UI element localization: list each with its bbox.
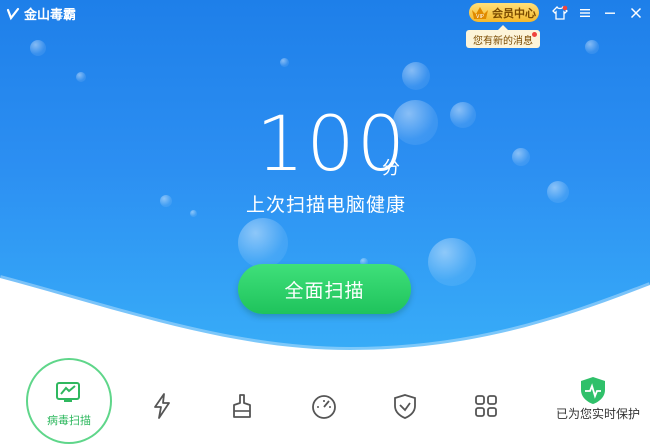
toolbar-item-clean[interactable] [222, 386, 262, 426]
toolbar-item-virus-scan[interactable]: 病毒扫描 [26, 358, 112, 444]
toolbar-item-shield[interactable] [385, 386, 425, 426]
close-icon[interactable] [627, 4, 645, 22]
toolbar-item-apps[interactable] [466, 386, 506, 426]
speedometer-icon [312, 395, 336, 419]
scan-status-text: 上次扫描电脑健康 [246, 194, 407, 216]
toolbar-item-protection[interactable] [573, 370, 613, 410]
protection-shield-icon [581, 377, 605, 404]
message-tooltip-text: 您有新的消息 [473, 35, 533, 47]
full-scan-button[interactable]: 全面扫描 [238, 264, 411, 314]
logo-icon [6, 7, 20, 20]
shield-icon [394, 394, 416, 419]
vip-center-button[interactable]: VIP 会员中心 [469, 3, 539, 22]
computer-scan-icon [56, 382, 80, 408]
vip-crown-icon: VIP [469, 3, 491, 22]
skin-icon[interactable] [551, 4, 569, 22]
toolbar-item-label: 病毒扫描 [47, 414, 91, 427]
title-bar: 金山毒霸 VIP 会员中心 [0, 0, 650, 26]
minimize-icon[interactable] [601, 4, 619, 22]
realtime-protection-label: 已为您实时保护 [556, 407, 641, 421]
grid-apps-icon [475, 395, 497, 417]
svg-text:VIP: VIP [476, 14, 484, 20]
app-name: 金山毒霸 [24, 8, 77, 23]
menu-icon[interactable] [576, 4, 594, 22]
notification-dot [532, 32, 537, 37]
vip-center-label: 会员中心 [492, 6, 536, 20]
lightning-icon [154, 393, 170, 419]
clean-broom-icon [233, 394, 251, 418]
toolbar-item-speedometer[interactable] [304, 386, 344, 426]
app-logo: 金山毒霸 [6, 4, 76, 23]
message-tooltip[interactable]: 您有新的消息 [466, 25, 540, 48]
toolbar-item-speedup[interactable] [142, 386, 182, 426]
score-unit: 分 [382, 158, 400, 179]
